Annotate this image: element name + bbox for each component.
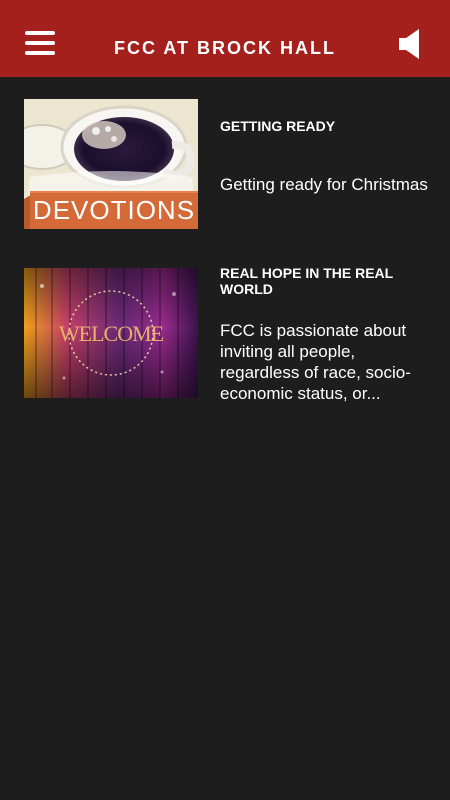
feed-item-description: Getting ready for Christmas [220,175,428,194]
devotions-thumbnail-label: DEVOTIONS [32,195,196,225]
feed-item-getting-ready[interactable]: DEVOTIONS GETTING READY Getting ready fo… [24,99,434,231]
welcome-thumbnail[interactable]: WELCOME [24,268,198,398]
feed-item-real-hope[interactable]: WELCOME REAL HOPE IN THE REAL WORLD FCC … [24,265,434,403]
feed-item-description: FCC is passionate about inviting all peo… [220,321,411,403]
app-title: FCC AT BROCK HALL [114,38,336,58]
feed-item-title[interactable]: REAL HOPE IN THE REAL WORLD [220,265,430,297]
devotions-thumbnail[interactable]: DEVOTIONS [24,99,198,229]
speaker-icon[interactable] [398,28,422,60]
app-header: FCC AT BROCK HALL [0,0,450,77]
feed-item-title[interactable]: GETTING READY [220,118,430,134]
welcome-thumbnail-label: WELCOME [58,321,164,346]
